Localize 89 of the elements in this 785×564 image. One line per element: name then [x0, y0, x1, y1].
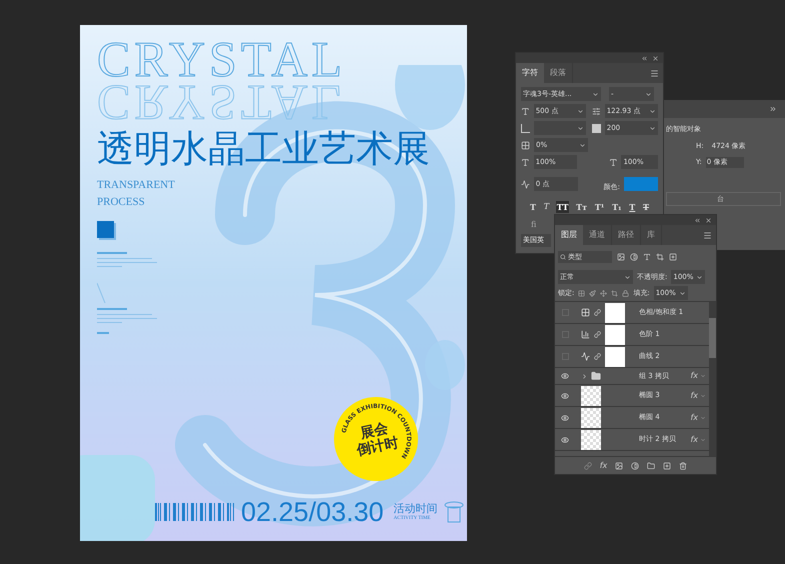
panel-tab[interactable]: 路径 [612, 225, 641, 245]
subtitle-line: TRANSPARENT [97, 179, 176, 192]
link-layers-icon[interactable] [584, 462, 592, 470]
visibility-eye-icon[interactable] [561, 414, 569, 422]
caret-icon [645, 90, 652, 98]
close-icon[interactable] [652, 54, 659, 62]
close-icon[interactable] [705, 216, 712, 224]
lock-paint-icon[interactable] [589, 290, 596, 296]
subtitle-line: PROCESS [97, 196, 146, 209]
visibility-eye-icon[interactable] [561, 436, 569, 444]
type-style-button[interactable]: TT [556, 201, 570, 213]
add-mask-icon[interactable] [615, 462, 624, 470]
caret-icon [577, 108, 584, 114]
type-style-button[interactable]: T¹ [594, 201, 606, 213]
smart-filter-icon[interactable] [669, 253, 677, 261]
effects-label: fx [690, 390, 698, 400]
menu-icon[interactable] [650, 68, 659, 78]
caret-icon [592, 90, 599, 98]
layer-thumbnail [581, 408, 601, 428]
link-icon [594, 331, 601, 338]
collapse-icon[interactable] [694, 216, 701, 224]
vertical-scale-icon [521, 158, 530, 166]
type-style-button[interactable]: Tт [575, 201, 588, 213]
type-style-button[interactable]: T [542, 201, 550, 213]
new-adjustment-icon[interactable] [631, 462, 640, 470]
collapse-icon[interactable] [641, 54, 648, 62]
ligature-button[interactable]: fi [531, 219, 536, 231]
tsume-icon [521, 140, 530, 150]
horizontal-scale-icon [608, 158, 618, 166]
caret-icon [577, 124, 584, 132]
adjustment-icon [581, 352, 590, 361]
leading-icon [592, 106, 601, 116]
effects-label: fx [690, 412, 698, 422]
baseline-shift-icon [521, 180, 530, 188]
panel-tab[interactable]: 通道 [583, 225, 612, 245]
menu-icon[interactable] [703, 230, 712, 240]
layer-mask-thumbnail [605, 324, 625, 344]
mirrored-title: CRYSTAL [97, 81, 346, 125]
folder-icon [591, 371, 601, 381]
caret-icon [678, 290, 686, 296]
caret-icon [624, 274, 631, 280]
square-logo-icon [97, 221, 114, 238]
cup-icon [444, 501, 464, 523]
adjustment-filter-icon[interactable] [630, 253, 638, 261]
caret-icon [579, 142, 586, 148]
scrollbar[interactable] [709, 302, 716, 456]
type-style-button[interactable]: T [529, 201, 537, 213]
type-style-button[interactable]: T [642, 201, 650, 213]
link-icon [594, 309, 601, 316]
layer-thumbnail [581, 386, 601, 406]
adjustment-icon [581, 330, 590, 339]
panel-tab[interactable]: 字符 [516, 63, 544, 83]
lock-pixels-icon[interactable] [578, 290, 586, 296]
caret-icon [649, 124, 656, 132]
lock-position-icon[interactable] [600, 290, 608, 296]
kerning-field[interactable] [534, 121, 586, 135]
caret-icon [649, 108, 656, 114]
type-style-button[interactable]: T₁ [611, 201, 623, 213]
layer-mask-thumbnail [605, 346, 625, 366]
new-layer-icon[interactable] [663, 462, 672, 470]
delete-icon[interactable] [679, 462, 688, 470]
outline-title: CRYSTAL [97, 37, 348, 81]
panel-tab[interactable]: 图层 [555, 225, 583, 245]
adjustment-icon [581, 308, 590, 317]
panel-tab[interactable]: 库 [641, 225, 662, 245]
lock-all-icon[interactable] [622, 290, 630, 296]
new-group-icon[interactable] [647, 462, 656, 470]
effects-label: fx [690, 434, 698, 444]
poster-title: 透明水晶工业艺术展 [97, 127, 431, 171]
search-icon [560, 254, 566, 260]
visibility-eye-icon[interactable] [561, 372, 569, 380]
effects-label: fx [690, 371, 698, 381]
panel-tab[interactable]: 段落 [544, 63, 573, 83]
expand-icon[interactable] [769, 105, 777, 113]
font-size-icon [521, 106, 530, 116]
time-label: 活动时间 [394, 502, 438, 515]
shape-filter-icon[interactable] [656, 253, 664, 261]
type-style-button[interactable]: T [628, 201, 636, 213]
event-date: 02.25/03.30 [241, 497, 384, 527]
lock-artboard-icon[interactable] [611, 290, 618, 296]
caret-icon [696, 274, 704, 280]
add-style-button[interactable]: fx [600, 460, 608, 470]
color-swatch[interactable] [624, 177, 658, 191]
visibility-eye-icon[interactable] [561, 392, 569, 400]
layer-thumbnail [581, 430, 601, 450]
link-icon [594, 353, 601, 360]
pixel-filter-icon[interactable] [617, 253, 625, 261]
layer-mask-thumbnail [605, 302, 625, 322]
type-filter-icon[interactable] [643, 253, 651, 261]
